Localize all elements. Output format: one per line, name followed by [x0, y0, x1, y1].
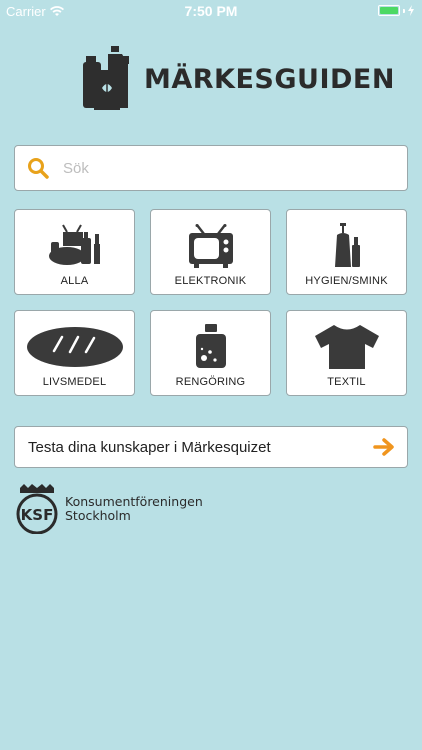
- product-bottles-icon: [83, 46, 129, 110]
- organization-name-line2: Stockholm: [65, 508, 131, 523]
- category-label: HYGIEN/SMINK: [305, 275, 388, 287]
- search-box[interactable]: [14, 145, 408, 191]
- category-all-button[interactable]: ALLA: [14, 209, 135, 295]
- battery-indicator: [378, 5, 414, 16]
- category-food-button[interactable]: LIVSMEDEL: [14, 310, 135, 396]
- arrow-right-icon: [373, 438, 394, 456]
- status-time: 7:50 PM: [184, 3, 238, 19]
- tv-icon: [188, 223, 233, 268]
- detergent-bottle-icon: [195, 323, 226, 368]
- search-icon: [28, 158, 49, 179]
- status-bar: Carrier 7:50 PM: [0, 0, 422, 22]
- organization-logo: KSF Konsumentföreningen Stockholm: [14, 484, 203, 534]
- cosmetics-icon: [334, 222, 360, 267]
- search-input[interactable]: [63, 159, 383, 177]
- quiz-button[interactable]: Testa dina kunskaper i Märkesquizet: [14, 426, 408, 468]
- charging-bolt-icon: [408, 5, 414, 16]
- category-label: RENGÖRING: [175, 376, 246, 388]
- category-cleaning-button[interactable]: RENGÖRING: [150, 310, 271, 396]
- category-label: TEXTIL: [327, 376, 366, 388]
- bread-icon: [26, 326, 123, 367]
- app-header: MÄRKESGUIDEN: [82, 44, 395, 114]
- category-label: ELEKTRONIK: [174, 275, 247, 287]
- category-grid: ALLA ELEKTRONIK HYGIEN/SMINK LIVSMEDEL R…: [14, 209, 408, 396]
- category-hygiene-button[interactable]: HYGIEN/SMINK: [286, 209, 407, 295]
- category-textile-button[interactable]: TEXTIL: [286, 310, 407, 396]
- tshirt-icon: [314, 324, 379, 369]
- organization-name-line1: Konsumentföreningen: [65, 494, 203, 509]
- battery-icon: [378, 5, 400, 16]
- category-label: ALLA: [60, 275, 89, 287]
- quiz-label: Testa dina kunskaper i Märkesquizet: [28, 438, 271, 456]
- category-label: LIVSMEDEL: [42, 376, 107, 388]
- ksf-logo-icon: KSF: [16, 484, 58, 534]
- all-products-icon: [48, 224, 100, 265]
- app-title: MÄRKESGUIDEN: [144, 63, 395, 95]
- ksf-logo-text: KSF: [21, 506, 54, 524]
- organization-name: Konsumentföreningen Stockholm: [65, 495, 203, 523]
- category-electronics-button[interactable]: ELEKTRONIK: [150, 209, 271, 295]
